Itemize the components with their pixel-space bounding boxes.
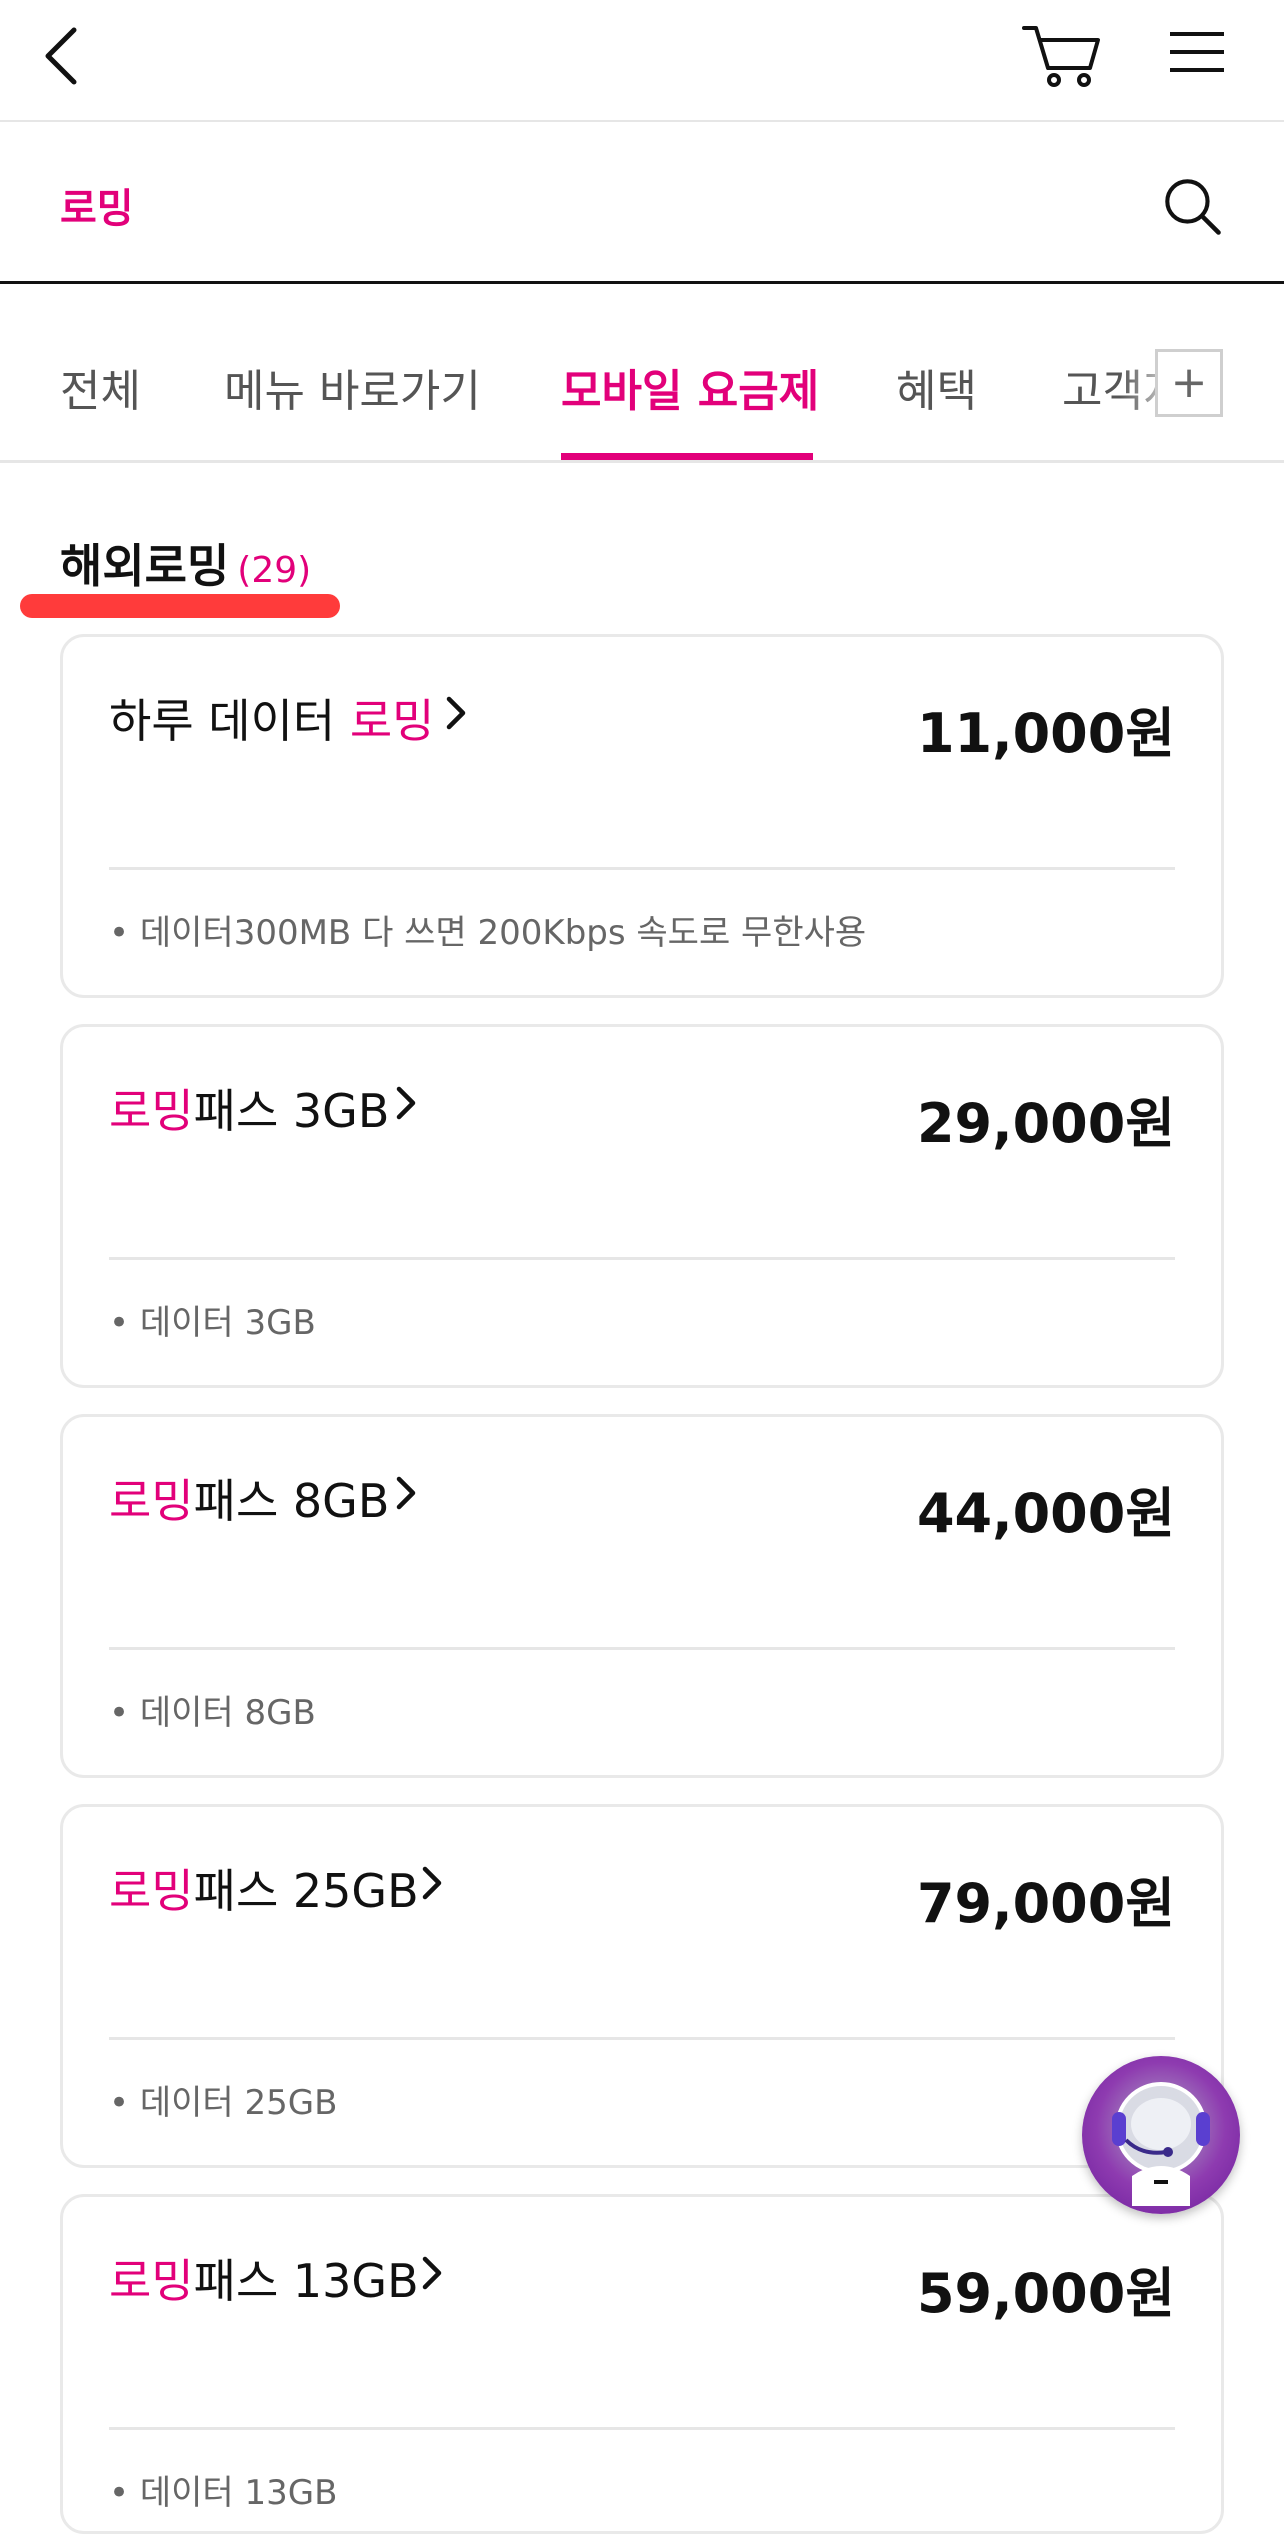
active-tab-indicator bbox=[561, 453, 813, 460]
plan-name-highlight: 로밍 bbox=[109, 1474, 194, 1528]
cart-icon[interactable] bbox=[1020, 20, 1104, 90]
plan-name-suffix: 패스 13GB bbox=[193, 2254, 419, 2308]
plan-description: • 데이터 8GB bbox=[109, 1693, 316, 1733]
plan-description: • 데이터300MB 다 쓰면 200Kbps 속도로 무한사용 bbox=[109, 913, 867, 953]
card-divider bbox=[109, 1257, 1175, 1260]
plan-card[interactable]: 로밍패스 25GB 79,000원 • 데이터 25GB bbox=[60, 1804, 1224, 2168]
plan-description: • 데이터 25GB bbox=[109, 2083, 338, 2123]
plan-name[interactable]: 하루 데이터 로밍 bbox=[109, 685, 435, 751]
search-icon[interactable] bbox=[1160, 174, 1224, 238]
chevron-right-icon[interactable] bbox=[419, 1861, 447, 1905]
search-bar[interactable]: 로밍 bbox=[0, 124, 1284, 284]
plan-card[interactable]: 하루 데이터 로밍 11,000원 • 데이터300MB 다 쓰면 200Kbp… bbox=[60, 634, 1224, 998]
chevron-right-icon[interactable] bbox=[393, 1081, 421, 1125]
card-divider bbox=[109, 2427, 1175, 2430]
chevron-right-icon[interactable] bbox=[443, 691, 471, 735]
tab-benefits[interactable]: 혜택 bbox=[896, 355, 977, 419]
plan-price: 11,000원 bbox=[916, 702, 1175, 765]
top-app-bar bbox=[0, 0, 1284, 122]
section-title-text: 해외로밍 bbox=[60, 539, 230, 593]
plan-price: 44,000원 bbox=[916, 1482, 1175, 1545]
chatbot-avatar-icon bbox=[1112, 2082, 1210, 2206]
chevron-right-icon[interactable] bbox=[419, 2251, 447, 2295]
search-query[interactable]: 로밍 bbox=[60, 176, 134, 234]
plan-name-suffix: 패스 3GB bbox=[193, 1084, 390, 1138]
back-arrow-icon[interactable] bbox=[38, 24, 92, 88]
plan-price: 79,000원 bbox=[916, 1872, 1175, 1935]
plan-card[interactable]: 로밍패스 13GB 59,000원 • 데이터 13GB bbox=[60, 2194, 1224, 2534]
plan-name[interactable]: 로밍패스 8GB bbox=[109, 1465, 389, 1531]
hamburger-menu-icon[interactable] bbox=[1166, 26, 1228, 78]
tab-all[interactable]: 전체 bbox=[60, 355, 141, 419]
plan-name[interactable]: 로밍패스 13GB bbox=[109, 2245, 419, 2311]
plan-price: 59,000원 bbox=[916, 2262, 1175, 2325]
plan-name-highlight: 로밍 bbox=[109, 2254, 194, 2308]
plan-name-suffix: 패스 8GB bbox=[193, 1474, 390, 1528]
plan-card[interactable]: 로밍패스 3GB 29,000원 • 데이터 3GB bbox=[60, 1024, 1224, 1388]
plan-name[interactable]: 로밍패스 3GB bbox=[109, 1075, 389, 1141]
plan-name-highlight: 로밍 bbox=[109, 1864, 194, 1918]
plan-price: 29,000원 bbox=[916, 1092, 1175, 1155]
section-count: (29) bbox=[237, 550, 312, 591]
chatbot-button[interactable] bbox=[1082, 2056, 1240, 2214]
plan-name-highlight: 로밍 bbox=[349, 694, 435, 748]
section-title-highlight bbox=[20, 594, 340, 618]
plus-icon[interactable]: + bbox=[1155, 349, 1223, 417]
section-title: 해외로밍 (29) bbox=[60, 530, 311, 596]
plan-description: • 데이터 13GB bbox=[109, 2473, 338, 2513]
card-divider bbox=[109, 1647, 1175, 1650]
plan-name-highlight: 로밍 bbox=[109, 1084, 194, 1138]
tab-menu-shortcut[interactable]: 메뉴 바로가기 bbox=[224, 355, 481, 419]
plan-name-prefix: 하루 데이터 bbox=[109, 694, 350, 748]
chevron-right-icon[interactable] bbox=[393, 1471, 421, 1515]
category-tabs: 전체 메뉴 바로가기 모바일 요금제 혜택 고객지원 + bbox=[0, 287, 1284, 463]
card-divider bbox=[109, 867, 1175, 870]
plan-card[interactable]: 로밍패스 8GB 44,000원 • 데이터 8GB bbox=[60, 1414, 1224, 1778]
plan-name[interactable]: 로밍패스 25GB bbox=[109, 1855, 419, 1921]
card-divider bbox=[109, 2037, 1175, 2040]
plan-description: • 데이터 3GB bbox=[109, 1303, 316, 1343]
tab-mobile-plans[interactable]: 모바일 요금제 bbox=[561, 355, 819, 419]
plan-name-suffix: 패스 25GB bbox=[193, 1864, 419, 1918]
